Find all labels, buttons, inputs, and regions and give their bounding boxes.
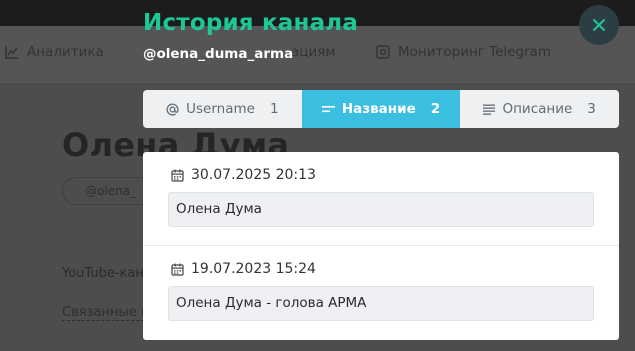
tab-count: 1 xyxy=(269,101,279,117)
entry-date: 30.07.2025 20:13 xyxy=(171,167,316,183)
tab-description[interactable]: Описание 3 xyxy=(460,90,619,128)
tab-label: Название xyxy=(341,101,416,117)
history-entry: 19.07.2023 15:24 Олена Дума - голова АРМ… xyxy=(143,246,619,340)
close-icon xyxy=(593,19,605,31)
related-link[interactable]: Связанные к xyxy=(62,305,149,321)
nav-item-analytics[interactable]: Аналитика xyxy=(5,44,104,60)
nav-item-partial[interactable]: ациям xyxy=(291,44,336,60)
calendar-icon xyxy=(171,263,184,276)
close-button[interactable] xyxy=(579,5,619,45)
at-icon xyxy=(166,103,179,116)
entry-value: Олена Дума - голова АРМА xyxy=(168,286,594,321)
title-lines-icon xyxy=(321,106,335,113)
tab-label: Username xyxy=(186,101,255,117)
text-lines-icon xyxy=(483,104,496,115)
entry-value: Олена Дума xyxy=(168,192,594,227)
tab-title[interactable]: Название 2 xyxy=(301,90,461,128)
monitor-icon xyxy=(376,45,390,59)
chart-icon xyxy=(5,45,19,59)
youtube-label: YouTube-кана xyxy=(62,266,152,281)
nav-item-telegram-monitoring[interactable]: Мониторинг Telegram xyxy=(376,44,551,60)
tab-username[interactable]: Username 1 xyxy=(143,90,302,128)
calendar-icon xyxy=(171,169,184,182)
modal-title: История канала xyxy=(143,10,359,36)
tab-label: Описание xyxy=(502,101,573,117)
modal-username: @olena_duma_arma xyxy=(143,46,294,62)
tab-count: 2 xyxy=(430,101,441,117)
history-tabs: Username 1 Название 2 Описание 3 xyxy=(143,90,619,128)
entry-date: 19.07.2023 15:24 xyxy=(171,261,316,277)
history-entry: 30.07.2025 20:13 Олена Дума xyxy=(143,152,619,246)
history-panel: 30.07.2025 20:13 Олена Дума 19.07.2023 1… xyxy=(143,152,619,340)
tab-count: 3 xyxy=(587,101,596,117)
